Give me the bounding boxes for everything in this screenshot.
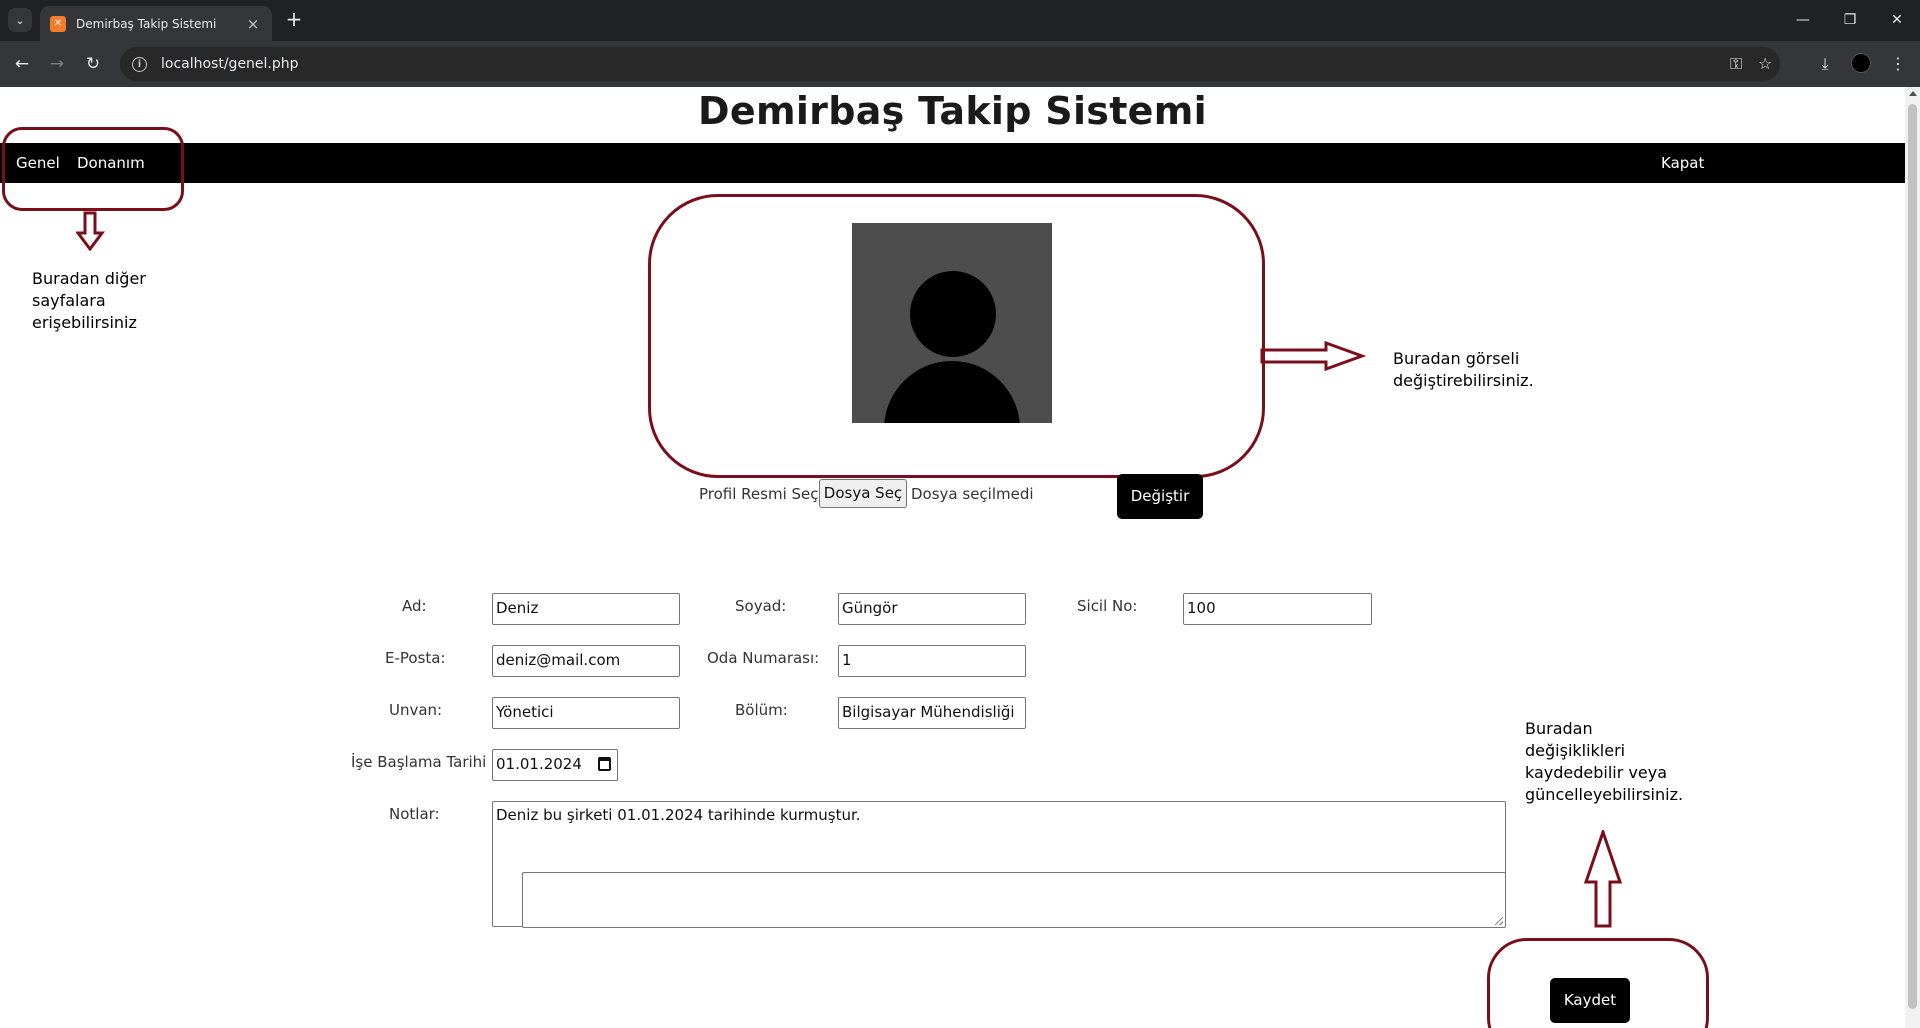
menu-dots-icon[interactable]: ⋮ bbox=[1885, 51, 1911, 77]
choose-file-button[interactable]: Dosya Seç bbox=[819, 479, 907, 508]
scroll-thumb[interactable] bbox=[1908, 104, 1917, 1009]
profile-avatar-image bbox=[852, 223, 1052, 423]
xampp-favicon-icon: ✕ bbox=[50, 15, 66, 32]
annotation-image-text: Buradan görseli değiştirebilirsiniz. bbox=[1393, 348, 1534, 392]
resize-grip-icon[interactable] bbox=[1495, 917, 1503, 925]
annotation-line: sayfalara bbox=[32, 291, 106, 310]
annotation-right-arrow bbox=[1260, 341, 1366, 371]
address-bar[interactable]: i localhost/genel.php ⚿ ☆ bbox=[120, 47, 1780, 81]
tab-search-chevron-icon[interactable]: ⌄ bbox=[8, 8, 32, 32]
browser-tab[interactable]: ✕ Demirbaş Takip Sistemi × bbox=[40, 6, 272, 41]
new-tab-plus-icon[interactable]: + bbox=[282, 8, 306, 32]
annotation-line: değişiklikleri bbox=[1525, 741, 1626, 760]
back-arrow-icon[interactable]: ← bbox=[9, 51, 35, 77]
soyad-label: Soyad: bbox=[735, 597, 787, 615]
annotation-nav-text: Buradan diğer sayfalara erişebilirsiniz bbox=[32, 268, 146, 334]
browser-tabstrip: ⌄ ✕ Demirbaş Takip Sistemi × + — ❐ ✕ bbox=[0, 0, 1920, 41]
oda-input[interactable]: 1 bbox=[838, 645, 1026, 677]
sicil-input[interactable]: 100 bbox=[1183, 593, 1372, 625]
restore-icon[interactable]: ❐ bbox=[1827, 6, 1873, 34]
tab-title: Demirbaş Takip Sistemi bbox=[76, 16, 217, 31]
person-body-icon bbox=[884, 361, 1020, 423]
annotation-down-arrow bbox=[76, 211, 105, 251]
annotation-line: Buradan görseli bbox=[1393, 349, 1520, 368]
date-value: 01.01.2024 bbox=[496, 755, 582, 773]
profile-select-label: Profil Resmi Seç: bbox=[699, 485, 824, 503]
calendar-icon[interactable] bbox=[598, 757, 611, 771]
url-text: localhost/genel.php bbox=[161, 56, 299, 72]
annotation-line: güncelleyebilirsiniz. bbox=[1525, 785, 1684, 804]
tab-close-icon[interactable]: × bbox=[244, 15, 262, 33]
annotation-line: erişebilirsiniz bbox=[32, 313, 137, 332]
forward-arrow-icon[interactable]: → bbox=[44, 51, 70, 77]
minimize-icon[interactable]: — bbox=[1780, 6, 1826, 34]
top-navbar: Genel Donanım Kapat bbox=[0, 143, 1905, 183]
unvan-label: Unvan: bbox=[389, 701, 443, 719]
extra-textarea[interactable] bbox=[522, 872, 1506, 928]
annotation-line: kaydedebilir veya bbox=[1525, 763, 1667, 782]
soyad-input[interactable]: Güngör bbox=[838, 593, 1026, 625]
unvan-input[interactable]: Yönetici bbox=[492, 697, 680, 729]
password-key-icon[interactable]: ⚿ bbox=[1730, 47, 1742, 81]
page-scrollbar[interactable] bbox=[1905, 87, 1920, 1028]
bookmark-star-icon[interactable]: ☆ bbox=[1758, 47, 1772, 81]
eposta-label: E-Posta: bbox=[385, 649, 446, 667]
profile-avatar-icon[interactable] bbox=[1851, 53, 1871, 73]
nav-kapat[interactable]: Kapat bbox=[1661, 143, 1704, 183]
site-title: Demirbaş Takip Sistemi bbox=[698, 89, 1207, 133]
bolum-input[interactable]: Bilgisayar Mühendisliği bbox=[838, 697, 1026, 729]
ad-label: Ad: bbox=[402, 597, 427, 615]
annotation-line: Buradan bbox=[1525, 719, 1593, 738]
person-head-icon bbox=[910, 271, 996, 357]
annotation-up-arrow bbox=[1583, 830, 1623, 928]
annotation-line: Buradan diğer bbox=[32, 269, 146, 288]
annotation-save-text: Buradan değişiklikleri kaydedebilir veya… bbox=[1525, 718, 1683, 806]
page-viewport: Demirbaş Takip Sistemi Genel Donanım Kap… bbox=[0, 87, 1905, 1028]
download-icon[interactable]: ⤓ bbox=[1812, 51, 1838, 77]
site-info-icon[interactable]: i bbox=[132, 56, 147, 72]
window-close-icon[interactable]: ✕ bbox=[1874, 6, 1920, 34]
browser-toolbar: ← → ↻ i localhost/genel.php ⚿ ☆ ⤓ ⋮ bbox=[0, 41, 1920, 87]
bolum-label: Bölüm: bbox=[735, 701, 788, 719]
reload-icon[interactable]: ↻ bbox=[80, 51, 106, 77]
annotation-line: değiştirebilirsiniz. bbox=[1393, 371, 1534, 390]
notlar-text: Deniz bu şirketi 01.01.2024 tarihinde ku… bbox=[496, 806, 861, 824]
oda-label: Oda Numarası: bbox=[707, 649, 820, 667]
file-status-text: Dosya seçilmedi bbox=[911, 485, 1034, 503]
ad-input[interactable]: Deniz bbox=[492, 593, 680, 625]
annotation-nav-box bbox=[2, 127, 184, 211]
notlar-label: Notlar: bbox=[389, 805, 440, 823]
save-button[interactable]: Kaydet bbox=[1550, 978, 1630, 1023]
sicil-label: Sicil No: bbox=[1077, 597, 1138, 615]
scroll-up-icon[interactable] bbox=[1909, 91, 1917, 96]
baslama-label: İşe Başlama Tarihi bbox=[351, 753, 487, 771]
change-image-button[interactable]: Değiştir bbox=[1117, 474, 1203, 519]
eposta-input[interactable]: deniz@mail.com bbox=[492, 645, 680, 677]
baslama-date-input[interactable]: 01.01.2024 bbox=[492, 749, 618, 781]
